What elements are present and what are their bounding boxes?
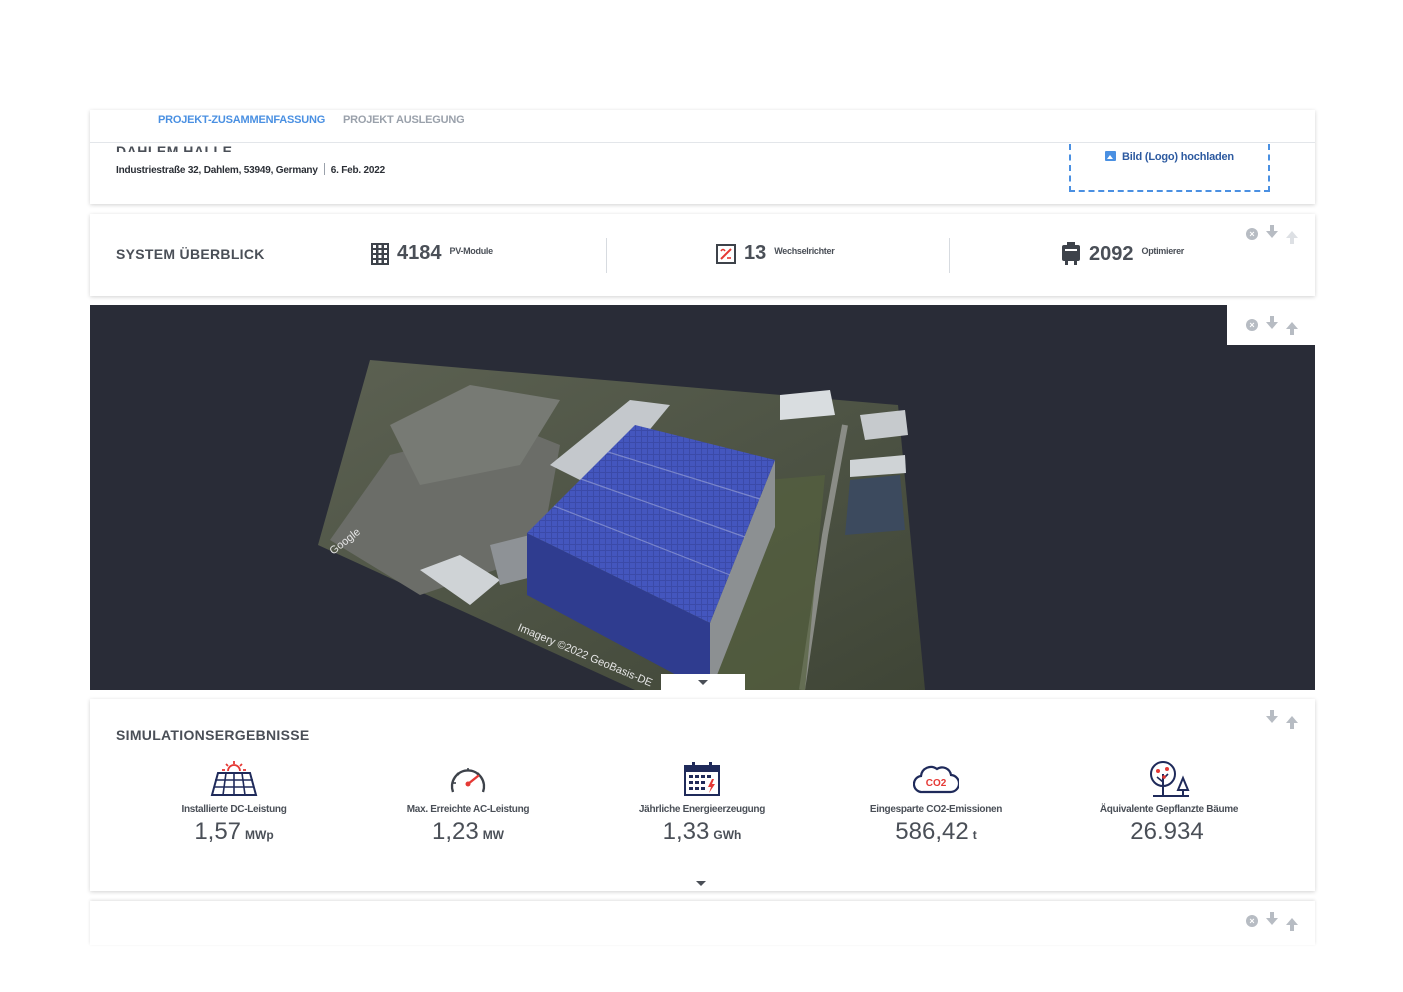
project-address: Industriestraße 32, Dahlem, 53949, Germa… bbox=[116, 165, 318, 176]
metric-label: Max. Erreichte AC-Leistung bbox=[406, 804, 530, 815]
caret-down-icon bbox=[698, 679, 708, 685]
metric-label: Äquivalente Gepflanzte Bäume bbox=[1099, 804, 1239, 815]
inverters-count: 13 bbox=[744, 242, 767, 264]
close-icon: × bbox=[1246, 915, 1258, 927]
page: PROJEKT-ZUSAMMENFASSUNG PROJEKT AUSLEGUN… bbox=[0, 0, 1403, 992]
metric-dc-power: Installierte DC-Leistung 1,57 MWp bbox=[124, 759, 344, 846]
move-down-button[interactable] bbox=[1265, 709, 1279, 726]
upload-logo-label: Bild (Logo) hochladen bbox=[1122, 151, 1234, 163]
arrow-up-icon bbox=[1286, 230, 1298, 244]
tab-projekt-auslegung[interactable]: PROJEKT AUSLEGUNG bbox=[343, 114, 465, 126]
remove-card-button[interactable]: × bbox=[1245, 227, 1259, 241]
remove-card-button[interactable]: × bbox=[1245, 318, 1259, 332]
move-up-button[interactable] bbox=[1285, 318, 1299, 335]
arrow-up-icon bbox=[1286, 321, 1298, 335]
move-down-button[interactable] bbox=[1265, 224, 1279, 241]
tab-bar: PROJEKT-ZUSAMMENFASSUNG PROJEKT AUSLEGUN… bbox=[90, 110, 1315, 143]
system-overview-card: SYSTEM ÜBERBLICK 4184 PV-Module 13 Wechs… bbox=[90, 214, 1315, 296]
close-icon: × bbox=[1246, 228, 1258, 240]
project-header-card: PROJEKT-ZUSAMMENFASSUNG PROJEKT AUSLEGUN… bbox=[90, 110, 1315, 204]
card-controls bbox=[1265, 709, 1299, 729]
card-controls: × bbox=[1245, 315, 1299, 335]
arrow-down-icon bbox=[1266, 709, 1278, 723]
pv-modules-count: 4184 bbox=[397, 242, 442, 264]
metric-value: 26.934 bbox=[1130, 818, 1204, 845]
stat-optimizers: 2092 Optimierer bbox=[1061, 242, 1184, 266]
calendar-energy-icon bbox=[684, 762, 720, 796]
move-down-button[interactable] bbox=[1265, 911, 1279, 928]
metric-value: 1,33 bbox=[662, 818, 710, 845]
metric-label: Eingesparte CO2-Emissionen bbox=[869, 804, 1003, 815]
metric-value: 1,57 bbox=[194, 818, 242, 845]
arrow-down-icon bbox=[1266, 224, 1278, 238]
tab-projekt-zusammenfassung[interactable]: PROJEKT-ZUSAMMENFASSUNG bbox=[158, 114, 325, 126]
map-controls-box: × bbox=[1227, 305, 1315, 345]
arrow-down-icon bbox=[1266, 315, 1278, 329]
card-controls: × bbox=[1245, 224, 1299, 244]
caret-down-icon bbox=[696, 881, 706, 886]
inverters-unit: Wechselrichter bbox=[774, 245, 835, 256]
inverter-icon bbox=[716, 243, 736, 264]
move-up-button[interactable] bbox=[1285, 712, 1299, 729]
close-icon: × bbox=[1246, 319, 1258, 331]
trees-icon bbox=[1150, 761, 1190, 797]
project-name: DAHLEM HALLE bbox=[116, 143, 233, 152]
arrow-up-icon bbox=[1286, 917, 1298, 931]
optimizers-count: 2092 bbox=[1089, 242, 1134, 265]
simulation-expand-toggle[interactable] bbox=[696, 881, 706, 886]
move-up-button[interactable] bbox=[1285, 227, 1299, 244]
simulation-results-card: SIMULATIONSERGEBNISSE Installierte DC-Le… bbox=[90, 699, 1315, 891]
next-section-card: × bbox=[90, 901, 1315, 945]
metric-co2-savings: CO2 Eingesparte CO2-Emissionen 586,42 t bbox=[826, 759, 1046, 846]
stat-divider bbox=[606, 238, 607, 273]
image-icon bbox=[1105, 151, 1117, 161]
map-view-card[interactable]: Google Imagery ©2022 GeoBasis-DE × bbox=[90, 305, 1315, 690]
pv-modules-unit: PV-Module bbox=[449, 245, 494, 256]
stat-inverters: 13 Wechselrichter bbox=[716, 242, 835, 265]
metric-value: 586,42 bbox=[895, 818, 969, 845]
system-overview-title: SYSTEM ÜBERBLICK bbox=[116, 246, 265, 262]
metric-unit: MW bbox=[482, 828, 505, 842]
metric-unit: t bbox=[972, 828, 977, 842]
move-up-button[interactable] bbox=[1285, 914, 1299, 931]
stat-pv-modules: 4184 PV-Module bbox=[371, 242, 493, 265]
satellite-3d-map[interactable]: Google Imagery ©2022 GeoBasis-DE bbox=[90, 305, 1315, 690]
metric-unit: GWh bbox=[713, 828, 742, 842]
metric-value: 1,23 bbox=[431, 818, 479, 845]
project-date: 6. Feb. 2022 bbox=[330, 165, 386, 176]
arrow-down-icon bbox=[1266, 911, 1278, 925]
solar-panel-sun-icon bbox=[210, 761, 258, 796]
co2-badge-text: CO2 bbox=[926, 778, 947, 789]
meta-divider bbox=[323, 163, 325, 175]
metric-unit: MWp bbox=[245, 828, 274, 842]
move-down-button[interactable] bbox=[1265, 315, 1279, 332]
upload-logo-button[interactable]: Bild (Logo) hochladen bbox=[1069, 144, 1270, 192]
optimizers-unit: Optimierer bbox=[1141, 246, 1185, 256]
arrow-up-icon bbox=[1286, 715, 1298, 729]
card-controls: × bbox=[1245, 911, 1299, 931]
metric-equivalent-trees: Äquivalente Gepflanzte Bäume 26.934 bbox=[1059, 759, 1279, 846]
project-meta: Industriestraße 32, Dahlem, 53949, Germa… bbox=[116, 163, 385, 176]
gauge-icon bbox=[450, 768, 486, 793]
metric-annual-energy: Jährliche Energieerzeugung 1,33 GWh bbox=[592, 759, 812, 846]
co2-cloud-icon: CO2 bbox=[913, 765, 959, 794]
remove-card-button[interactable]: × bbox=[1245, 914, 1259, 928]
map-collapse-toggle[interactable] bbox=[661, 674, 745, 690]
optimizer-icon bbox=[1062, 242, 1080, 265]
metric-label: Jährliche Energieerzeugung bbox=[638, 804, 766, 815]
metric-ac-power: Max. Erreichte AC-Leistung 1,23 MW bbox=[358, 759, 578, 846]
stat-divider bbox=[949, 238, 950, 273]
solar-module-icon bbox=[371, 242, 389, 265]
metric-label: Installierte DC-Leistung bbox=[181, 804, 287, 815]
simulation-results-title: SIMULATIONSERGEBNISSE bbox=[116, 727, 310, 743]
